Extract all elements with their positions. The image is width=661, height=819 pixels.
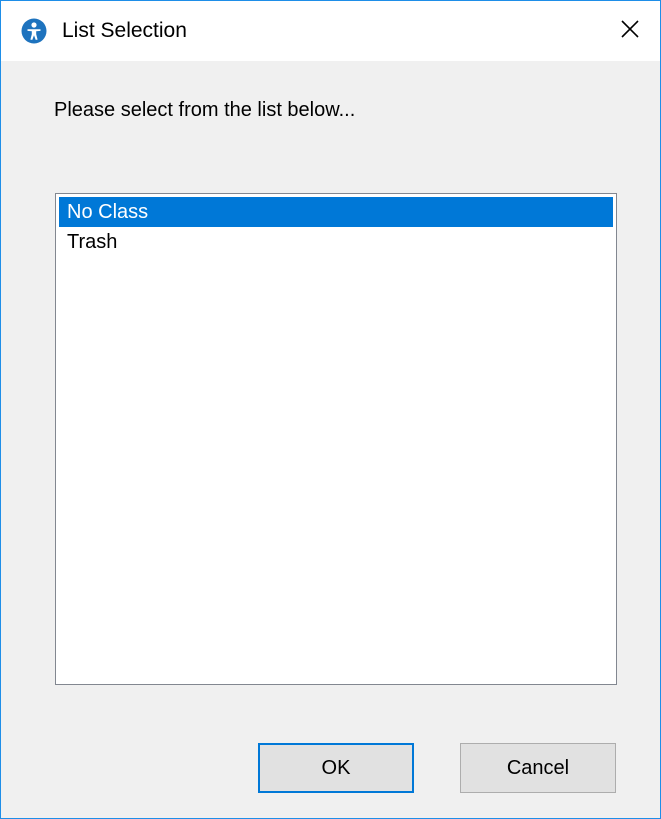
list-item-trash[interactable]: Trash xyxy=(59,227,613,257)
close-button[interactable] xyxy=(600,1,660,61)
person-circle-icon xyxy=(21,18,47,44)
list-item-no-class[interactable]: No Class xyxy=(59,197,613,227)
close-icon xyxy=(620,19,640,44)
ok-button[interactable]: OK xyxy=(258,743,414,793)
instruction-text: Please select from the list below... xyxy=(54,99,356,121)
window-title: List Selection xyxy=(62,19,187,42)
cancel-button[interactable]: Cancel xyxy=(460,743,616,793)
title-bar[interactable]: List Selection xyxy=(1,1,660,61)
selection-listbox[interactable]: No Class Trash xyxy=(55,193,617,685)
list-selection-dialog: List Selection Please select from the li… xyxy=(0,0,661,819)
